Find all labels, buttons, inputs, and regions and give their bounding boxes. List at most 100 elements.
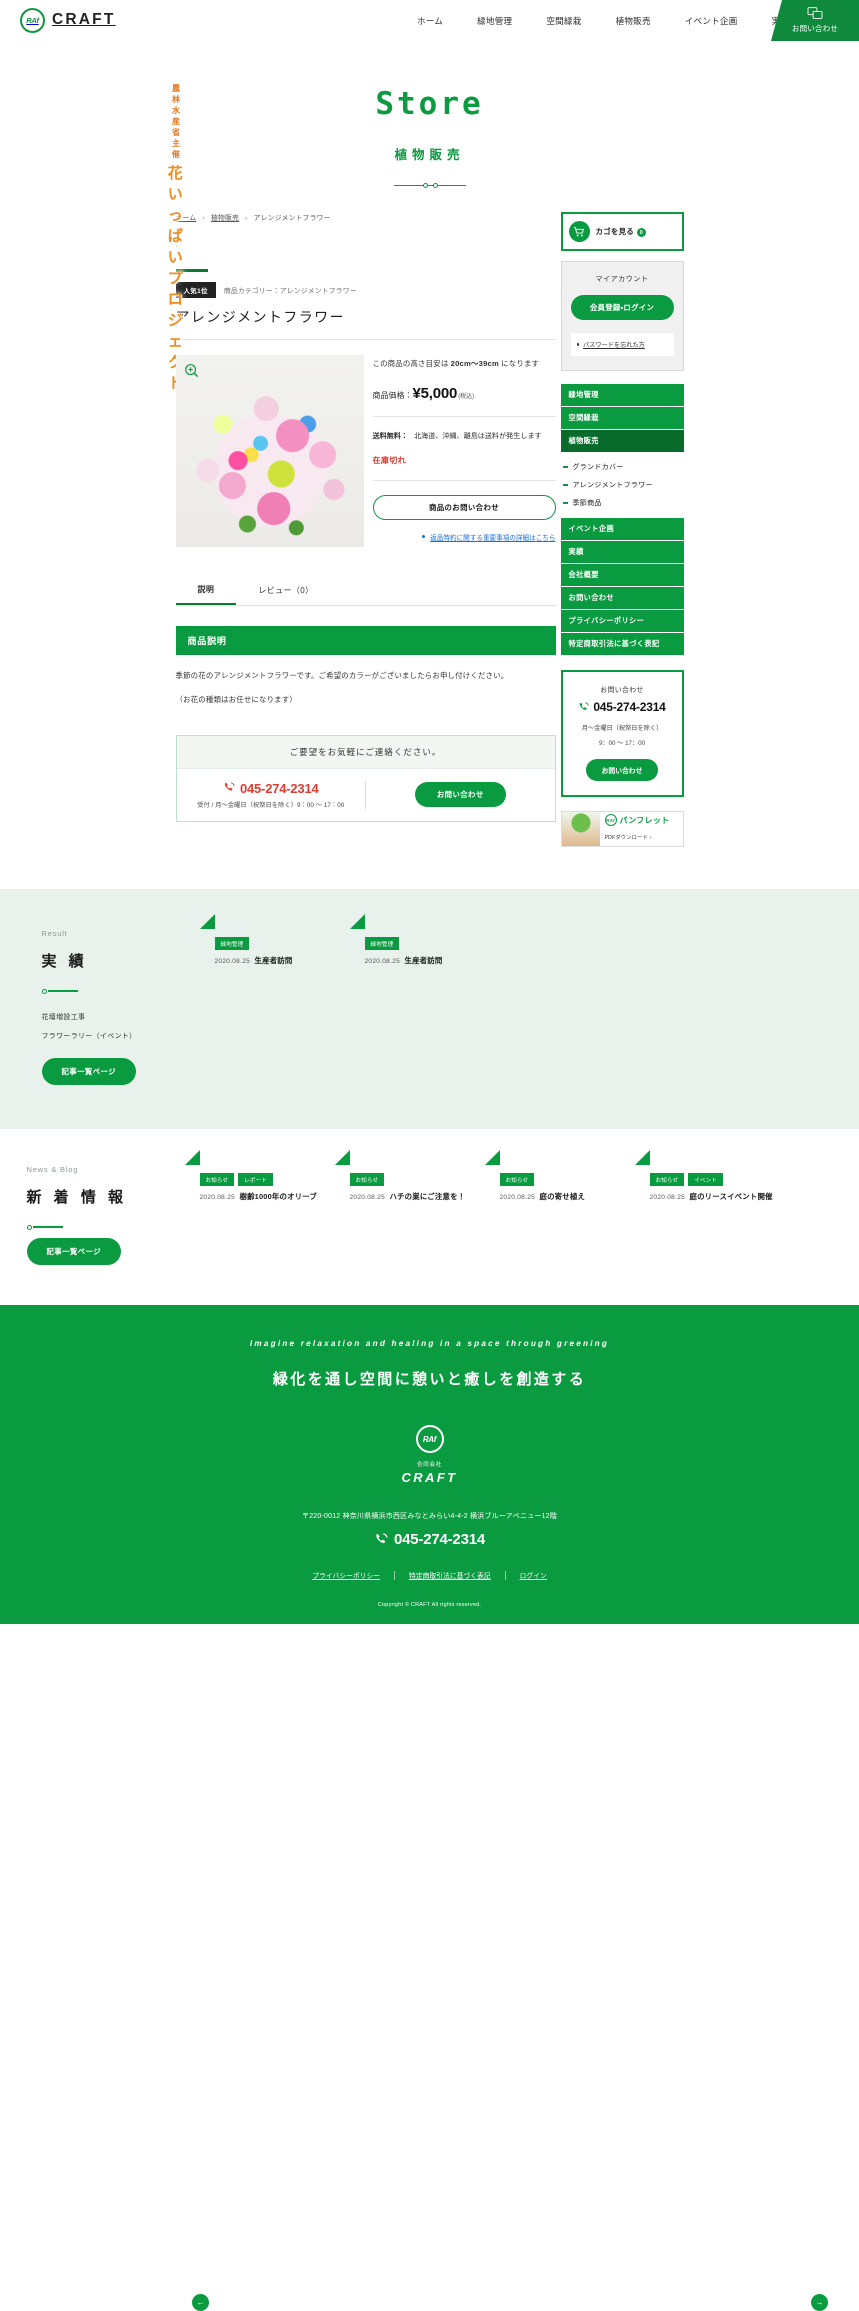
- footer-tagline-jp: 緑化を通し空間に憩いと癒しを創造する: [272, 1372, 587, 1388]
- price-tax-note: (税込): [458, 393, 475, 400]
- contact-cta-hours: 受付 / 月〜金曜日（祝祭日を除く）9：00 〜 17：00: [197, 801, 345, 809]
- news-card-tag: お知らせ: [649, 1173, 685, 1186]
- news-card[interactable]: お知らせ 2020.08.25 庭の寄せ植え: [484, 1150, 642, 1265]
- contact-cta-button[interactable]: お問い合わせ: [414, 782, 506, 808]
- cart-label: カゴを見る: [595, 226, 634, 236]
- size-value: 20cm〜39cm: [450, 358, 499, 368]
- product-title: アレンジメントフラワー: [175, 308, 345, 325]
- sidebar-item-space-planting[interactable]: 空間緑栽: [560, 407, 684, 430]
- footer-company-type: 合同会社: [416, 1462, 443, 1468]
- return-policy-link-row: 返品特約に関する重要事項の詳細はこちら: [373, 532, 556, 542]
- description-paragraph-1: 季節の花のアレンジメントフラワーです。ご希望のカラーがございましたらお申し付けく…: [175, 670, 509, 680]
- nav-item-plant-sales[interactable]: 植物販売: [599, 15, 668, 27]
- site-logo[interactable]: RAf CRAFT: [20, 7, 116, 33]
- register-login-button[interactable]: 会員登録・ログイン: [570, 295, 674, 320]
- news-cards: お知らせ レポート 2020.08.25 樹齢1000年のオリーブ お知らせ 2…: [184, 1150, 845, 1265]
- size-suffix: になります: [498, 358, 540, 368]
- promo-banner[interactable]: 農林水産省主催 花いっぱいプロジェクト: [168, 84, 183, 392]
- news-card[interactable]: お知らせ レポート 2020.08.25 樹齢1000年のオリーブ: [184, 1150, 342, 1265]
- sidebar-subitem-seasonal[interactable]: 季節商品: [573, 498, 602, 508]
- footer-logo-mark-icon: RAf: [415, 1425, 444, 1453]
- dash-icon: [562, 502, 568, 504]
- tab-reviews[interactable]: レビュー（0）: [236, 577, 335, 605]
- contact-cta-tel[interactable]: 045-274-2314: [240, 781, 319, 796]
- sidebar-item-contact[interactable]: お問い合わせ: [560, 587, 684, 610]
- divider: [175, 338, 556, 340]
- main-content: ホーム › 植物販売 › アレンジメントフラワー 農林水産省主催 花いっぱいプロ…: [168, 84, 684, 889]
- footer-link-commercial-law[interactable]: 特定商取引法に基づく表記: [395, 1570, 505, 1580]
- sidebar-subitem-arrangement-flower[interactable]: アレンジメントフラワー: [573, 480, 653, 490]
- footer-address: 〒220-0012 神奈川県横浜市西区みなとみらい4-4-2 横浜ブルーアベニュ…: [302, 1513, 557, 1520]
- breadcrumb-separator: ›: [202, 215, 205, 222]
- price-value: ¥5,000: [412, 384, 458, 402]
- news-card-tag: お知らせ: [499, 1173, 535, 1186]
- divider: [372, 415, 556, 417]
- carousel-prev-button[interactable]: ←: [192, 2294, 209, 2311]
- news-card-tag: レポート: [238, 1173, 274, 1186]
- footer-link-privacy-policy[interactable]: プライバシーポリシー: [298, 1570, 394, 1580]
- result-cards: 緑地管理 2020.08.25 生産者訪問 緑地管理 2020.08.25 生産…: [199, 914, 830, 1085]
- product-image[interactable]: [175, 354, 364, 547]
- result-section-heading-block: Result 実 績 花壇増設工事 フラワーラリー（イベント） 記事一覧ページ: [30, 929, 215, 1085]
- news-card-tag: お知らせ: [199, 1173, 235, 1186]
- sidebar-item-greenery-management[interactable]: 緑地管理: [560, 384, 684, 407]
- news-card-title: ハチの巣にご注意を！: [389, 1192, 466, 1201]
- nav-item-greenery-management[interactable]: 緑地管理: [460, 15, 529, 27]
- sidebar-item-event-planning[interactable]: イベント企画: [560, 518, 684, 541]
- pamphlet-title: パンフレット: [619, 815, 670, 825]
- nav-item-home[interactable]: ホーム: [400, 15, 460, 27]
- hero-divider: [393, 181, 466, 190]
- footer-link-login[interactable]: ログイン: [506, 1570, 561, 1580]
- news-card-date: 2020.08.25: [199, 1194, 236, 1201]
- magnifier-icon[interactable]: [184, 363, 199, 378]
- sidebar-item-results[interactable]: 実績: [560, 541, 684, 564]
- news-card-tag: お知らせ: [349, 1173, 385, 1186]
- page-hero: Store 植物販売: [0, 41, 859, 212]
- sidebar-contact-tel[interactable]: 045-274-2314: [593, 700, 666, 714]
- cart-button[interactable]: カゴを見る 0: [560, 212, 684, 251]
- pamphlet-banner[interactable]: RAf パンフレット PDFダウンロード ›: [560, 811, 684, 847]
- carousel-next-button[interactable]: →: [811, 2294, 828, 2311]
- news-archive-button[interactable]: 記事一覧ページ: [26, 1238, 121, 1265]
- breadcrumb-item-plant-sales[interactable]: 植物販売: [211, 215, 239, 222]
- section-divider: [26, 1223, 69, 1230]
- forgot-password-link[interactable]: パスワードを忘れた方: [583, 340, 645, 349]
- product-category: 商品カテゴリー：アレンジメントフラワー: [223, 287, 357, 295]
- news-card[interactable]: お知らせ イベント 2020.08.25 庭のリースイベント開催: [634, 1150, 792, 1265]
- list-item: アレンジメントフラワー: [562, 480, 684, 490]
- sidebar-item-company[interactable]: 会社概要: [560, 564, 684, 587]
- chat-icon: [807, 7, 823, 19]
- result-archive-button[interactable]: 記事一覧ページ: [41, 1058, 136, 1085]
- sidebar-contact-button[interactable]: お問い合わせ: [585, 759, 659, 781]
- news-card[interactable]: お知らせ 2020.08.25 ハチの巣にご注意を！: [334, 1150, 492, 1265]
- result-link-flowerbed[interactable]: 花壇増設工事: [42, 1012, 215, 1022]
- contact-cta-box: ご要望をお気軽にご連絡ください。 045-274-2314 受付 / 月〜金曜日…: [175, 734, 556, 822]
- sidebar-item-privacy-policy[interactable]: プライバシーポリシー: [560, 610, 684, 633]
- tab-description[interactable]: 説明: [175, 577, 237, 605]
- product-inquiry-button[interactable]: 商品のお問い合わせ: [372, 494, 556, 520]
- sidebar-contact-hours: 9：00 〜 17：00: [598, 740, 646, 747]
- footer-tel[interactable]: 045-274-2314: [394, 1531, 485, 1548]
- list-item: 季節商品: [562, 498, 684, 508]
- nav-item-event-planning[interactable]: イベント企画: [668, 15, 755, 27]
- divider: [372, 479, 556, 481]
- header-contact-button[interactable]: お問い合わせ: [771, 0, 859, 41]
- result-card[interactable]: 緑地管理 2020.08.25 生産者訪問: [349, 914, 507, 1085]
- sidebar-item-plant-sales[interactable]: 植物販売: [560, 430, 684, 453]
- product-price-row: 商品価格： ¥5,000 (税込): [373, 385, 556, 402]
- sidebar-item-commercial-law[interactable]: 特定商取引法に基づく表記: [560, 633, 684, 656]
- result-card-title: 生産者訪問: [404, 956, 443, 965]
- result-link-flower-rally[interactable]: フラワーラリー（イベント）: [42, 1031, 215, 1041]
- product-header: 人気1位 商品カテゴリー：アレンジメントフラワー アレンジメントフラワー: [175, 269, 556, 340]
- forgot-password-row: パスワードを忘れた方: [570, 333, 674, 356]
- breadcrumb: ホーム › 植物販売 › アレンジメントフラワー: [176, 212, 556, 222]
- news-section: ← → News & Blog 新 着 情 報 記事一覧ページ お知らせ レポー…: [0, 1129, 859, 2311]
- result-card[interactable]: 緑地管理 2020.08.25 生産者訪問: [199, 914, 357, 1085]
- return-policy-link[interactable]: 返品特約に関する重要事項の詳細はこちら: [430, 532, 555, 542]
- footer-tagline-en: Imagine relaxation and healing in a spac…: [249, 1339, 610, 1348]
- sidebar-contact-days: 月〜金曜日（祝祭日を除く）: [581, 725, 663, 732]
- header-contact-label: お問い合わせ: [791, 24, 839, 33]
- footer-tel-row: 045-274-2314: [0, 1531, 859, 1548]
- sidebar-subitem-ground-cover[interactable]: グランドカバー: [573, 462, 624, 472]
- nav-item-space-planting[interactable]: 空間緑栽: [529, 15, 598, 27]
